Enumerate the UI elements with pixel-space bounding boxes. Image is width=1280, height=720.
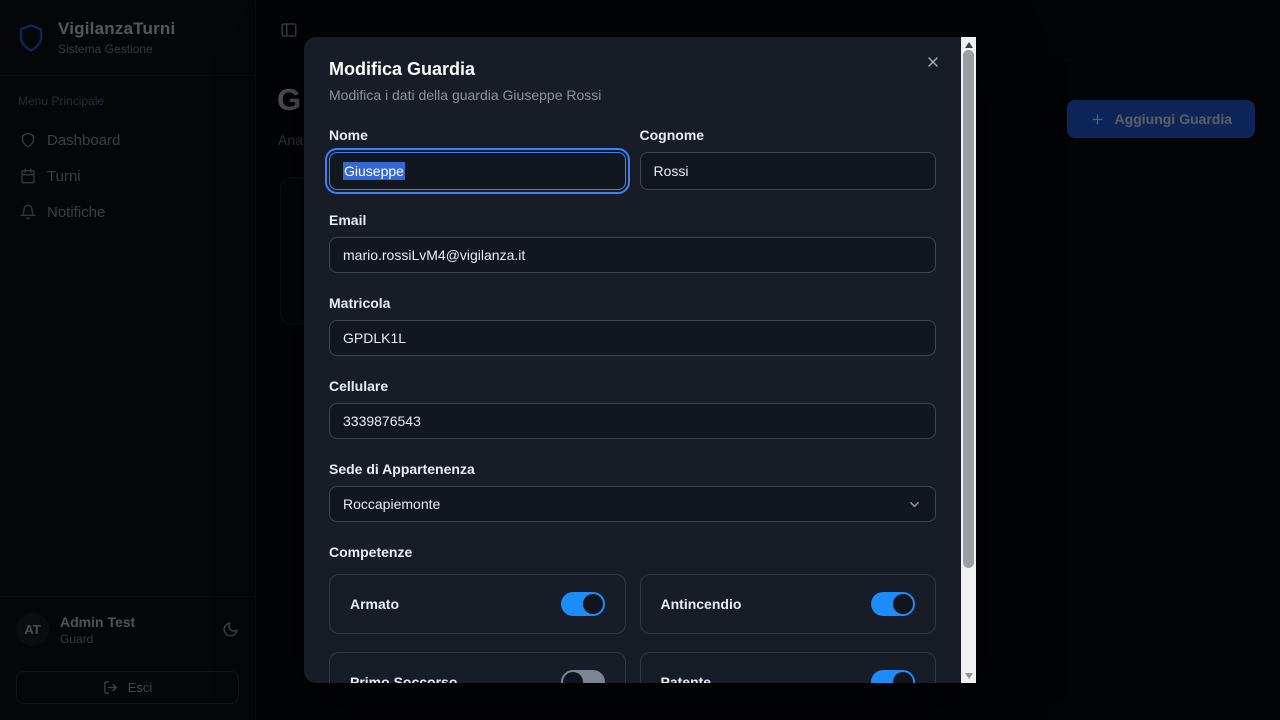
cognome-label: Cognome [640,127,937,143]
toggle-knob [583,594,603,614]
close-icon [925,54,945,70]
competenza-card-armato: Armato [329,574,626,634]
primo-soccorso-toggle[interactable] [561,670,605,683]
scrollbar-down-arrow[interactable] [961,668,976,683]
edit-guard-modal-panel: Modifica Guardia Modifica i dati della g… [304,37,961,683]
sede-label: Sede di Appartenenza [329,461,936,477]
matricola-field-group: Matricola [329,295,936,356]
competenza-name: Patente [661,674,712,683]
cognome-field-group: Cognome [640,127,937,190]
competenza-name: Primo Soccorso [350,674,457,683]
competenza-card-patente: Patente [640,652,937,683]
email-field-group: Email [329,212,936,273]
competenza-card-primo-soccorso: Primo Soccorso [329,652,626,683]
toggle-knob [563,672,583,683]
email-input[interactable] [329,237,936,273]
competenza-card-antincendio: Antincendio [640,574,937,634]
cellulare-input[interactable] [329,403,936,439]
competenze-grid: Armato Antincendio Primo Soccorso Patent… [329,574,936,683]
chevron-down-icon [907,497,922,512]
competenza-name: Antincendio [661,596,742,612]
toggle-knob [893,672,913,683]
modal-subtitle: Modifica i dati della guardia Giuseppe R… [329,87,936,103]
toggle-knob [893,594,913,614]
sede-select[interactable]: Roccapiemonte [329,486,936,522]
matricola-input[interactable] [329,320,936,356]
nome-input[interactable]: Giuseppe [329,152,626,190]
patente-toggle[interactable] [871,670,915,683]
nome-selected-text: Giuseppe [343,162,405,180]
email-label: Email [329,212,936,228]
edit-guard-dialog: Modifica Guardia Modifica i dati della g… [304,37,976,683]
nome-field-group: Nome Giuseppe [329,127,626,190]
competenza-name: Armato [350,596,399,612]
cognome-input[interactable] [640,152,937,190]
close-button[interactable] [925,52,945,72]
scrollbar-thumb[interactable] [963,50,974,568]
sede-selected-value: Roccapiemonte [343,496,440,512]
modal-scrollbar[interactable] [961,37,976,683]
sede-field-group: Sede di Appartenenza Roccapiemonte [329,461,936,522]
antincendio-toggle[interactable] [871,592,915,616]
modal-title: Modifica Guardia [329,59,936,79]
cellulare-label: Cellulare [329,378,936,394]
matricola-label: Matricola [329,295,936,311]
cellulare-field-group: Cellulare [329,378,936,439]
nome-label: Nome [329,127,626,143]
armato-toggle[interactable] [561,592,605,616]
competenze-label: Competenze [329,544,936,560]
